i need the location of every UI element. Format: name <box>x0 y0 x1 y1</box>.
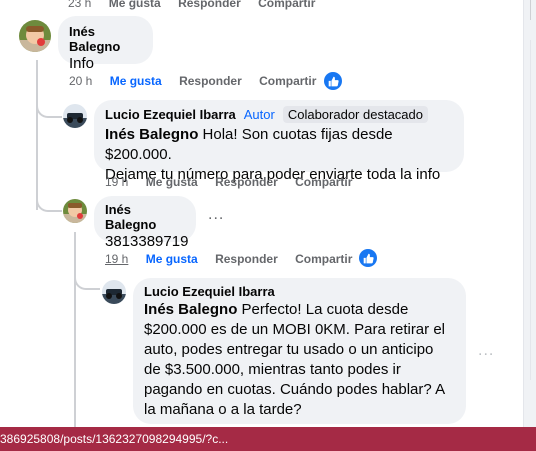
like-reaction-icon[interactable] <box>324 72 342 90</box>
thread-line <box>36 60 38 210</box>
top-contributor-badge: Colaborador destacado <box>282 106 428 123</box>
reply-bubble: Lucio Ezequiel Ibarra Autor Colaborador … <box>94 100 464 183</box>
avatar[interactable] <box>19 20 51 52</box>
thread-connector <box>36 96 62 118</box>
reply-link[interactable]: Responder <box>215 252 278 266</box>
reply-text-line: la mañana o a la tarde? <box>144 401 302 418</box>
scrollbar-track <box>530 0 531 20</box>
scrollbar[interactable] <box>523 0 536 427</box>
reply-text-line: $200.000 es de un MOBI 0KM. Para retirar… <box>144 321 445 338</box>
comment-bubble: Inés Balegno Info <box>58 16 153 72</box>
timestamp[interactable]: 19 h <box>105 252 128 266</box>
thread-connector <box>36 190 62 212</box>
like-reaction-icon[interactable] <box>359 249 377 267</box>
comment-author[interactable]: Inés Balegno <box>69 24 142 54</box>
reply-link[interactable]: Responder <box>215 175 278 189</box>
avatar-image <box>19 20 51 52</box>
reply-author[interactable]: Lucio Ezequiel Ibarra <box>105 107 236 122</box>
thread-connector <box>74 268 100 290</box>
mention-link[interactable]: Inés Balegno <box>105 126 198 143</box>
like-link[interactable]: Me gusta <box>146 252 198 266</box>
avatar-image <box>63 199 87 223</box>
reply-link[interactable]: Responder <box>179 74 242 88</box>
status-url: 386925808/posts/1362327098294995/?c... <box>0 432 229 446</box>
timestamp[interactable]: 19 h <box>105 175 128 189</box>
avatar[interactable] <box>63 199 87 223</box>
reply-text: 3813389719 <box>105 233 189 250</box>
timestamp[interactable]: 20 h <box>69 74 92 88</box>
like-link[interactable]: Me gusta <box>146 175 198 189</box>
reply-author[interactable]: Inés Balegno <box>105 202 185 232</box>
comment-actions: 20 h Me gusta Responder Compartir <box>69 74 330 88</box>
more-options-icon[interactable]: ... <box>208 206 224 224</box>
reply-text-line: Perfecto! La cuota desde <box>237 301 409 318</box>
reply-actions: 19 h Me gusta Responder Compartir <box>105 175 366 189</box>
share-link[interactable]: Compartir <box>258 0 315 10</box>
comment-text: Info <box>69 55 95 72</box>
mention-link[interactable]: Inés Balegno <box>144 301 237 318</box>
scrollbar-track <box>530 40 531 380</box>
reply-text-line: de $3.500.000, mientras tanto podes ir <box>144 361 401 378</box>
reply-text: Inés Balegno Perfecto! La cuota desde $2… <box>144 300 455 420</box>
share-link[interactable]: Compartir <box>259 74 316 88</box>
link-status-bar: 386925808/posts/1362327098294995/?c... <box>0 427 536 451</box>
author-badge: Autor <box>243 107 275 122</box>
share-link[interactable]: Compartir <box>295 175 352 189</box>
share-link[interactable]: Compartir <box>295 252 352 266</box>
reply-bubble: Lucio Ezequiel Ibarra Inés Balegno Perfe… <box>133 278 466 424</box>
reply-text-line: auto, podes entregar tu usado o un antic… <box>144 341 434 358</box>
reply-actions: 19 h Me gusta Responder Compartir <box>105 252 366 266</box>
avatar-image <box>102 280 126 304</box>
reply-author[interactable]: Lucio Ezequiel Ibarra <box>144 284 455 299</box>
reply-bubble: Inés Balegno 3813389719 <box>94 196 196 250</box>
reply-text-line: pagando en cuotas. Cuándo podes hablar? … <box>144 381 446 398</box>
top-comment-actions: 23 h Me gusta Responder Compartir <box>68 0 329 10</box>
like-link[interactable]: Me gusta <box>109 0 161 10</box>
thread-line <box>74 232 76 427</box>
avatar[interactable] <box>63 104 87 128</box>
avatar[interactable] <box>102 280 126 304</box>
like-link[interactable]: Me gusta <box>110 74 162 88</box>
avatar-image <box>63 104 87 128</box>
timestamp[interactable]: 23 h <box>68 0 91 10</box>
reply-link[interactable]: Responder <box>178 0 241 10</box>
more-options-icon[interactable]: ... <box>478 342 494 360</box>
